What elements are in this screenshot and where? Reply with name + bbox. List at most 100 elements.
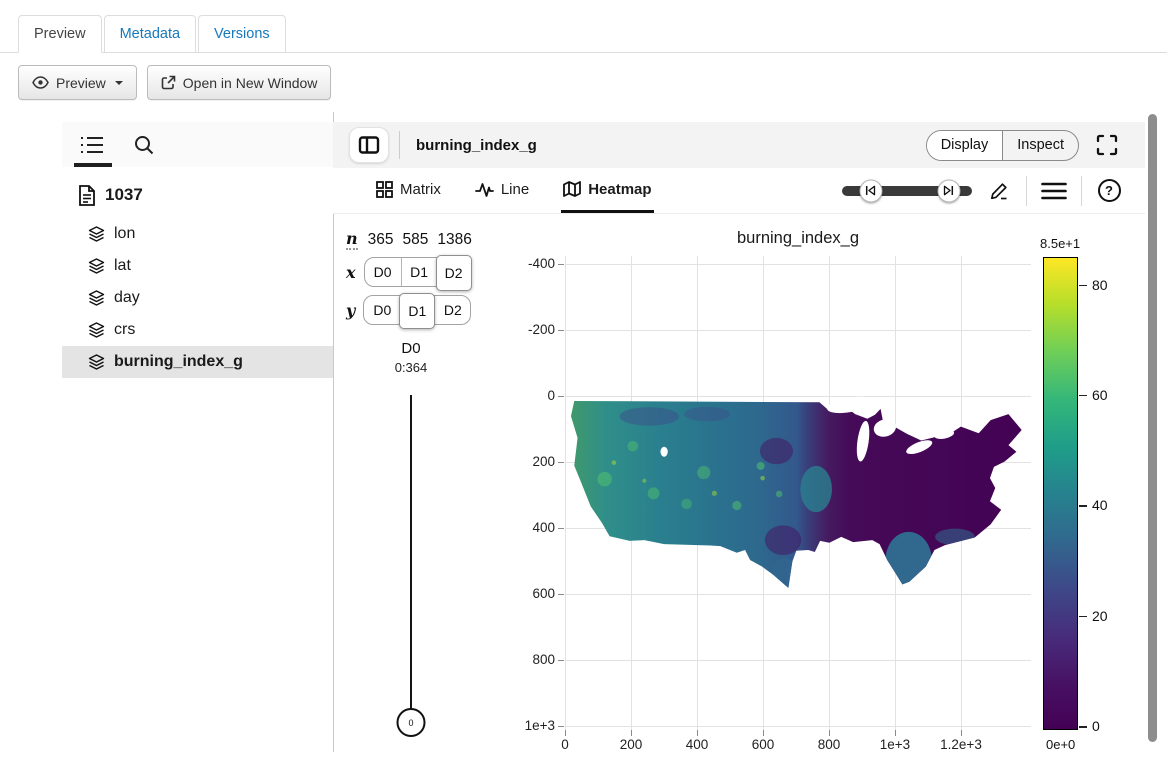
- help-icon: ?: [1098, 179, 1121, 202]
- skip-to-start-icon: [865, 185, 877, 197]
- colorbar-tick-label: 60: [1092, 387, 1108, 403]
- open-new-window-label: Open in New Window: [183, 75, 318, 91]
- tab-metadata[interactable]: Metadata: [104, 15, 196, 53]
- dim-size-d1: 585: [403, 231, 429, 249]
- colorbar-max-label: 8.5e+1: [1040, 236, 1080, 251]
- colorbar-tick-label: 80: [1092, 277, 1108, 293]
- heatmap-canvas[interactable]: [565, 395, 1023, 588]
- colorbar-tick-mark: [1079, 285, 1087, 287]
- tab-versions[interactable]: Versions: [198, 15, 286, 53]
- x-axis-mapper: x D0 D1 D2: [346, 257, 472, 287]
- colorbar-tick-label: 40: [1092, 497, 1108, 513]
- explorer-search-tab[interactable]: [130, 122, 158, 167]
- map-icon: [563, 181, 581, 197]
- n-dims-label: n: [346, 230, 358, 250]
- plot-title: burning_index_g: [565, 229, 1031, 248]
- x-tick-mark: [565, 730, 566, 736]
- x-axis-label: x: [346, 263, 356, 282]
- x-dim-option-d0[interactable]: D0: [365, 258, 401, 286]
- viewer-title-bar: burning_index_g Display Inspect: [333, 122, 1145, 168]
- colorbar-tick-mark: [1079, 616, 1087, 618]
- domain-min-handle[interactable]: [859, 179, 882, 202]
- tree-item-label: day: [114, 289, 140, 307]
- tree-item-lat[interactable]: lat: [62, 250, 333, 282]
- domain-max-handle[interactable]: [937, 179, 960, 202]
- edit-domain-button[interactable]: [985, 176, 1013, 206]
- x-dim-option-d2[interactable]: D2: [436, 255, 472, 291]
- y-tick-label: 0: [505, 388, 555, 403]
- y-tick-mark: [558, 462, 564, 463]
- colorbar-tick-mark: [1079, 395, 1087, 397]
- y-tick-mark: [558, 264, 564, 265]
- x-tick-mark: [829, 730, 830, 736]
- sidebar-toggle-button[interactable]: [349, 127, 389, 163]
- eye-icon: [32, 76, 49, 89]
- tree-item-label: crs: [114, 321, 135, 339]
- tree-item-burning-index-g[interactable]: burning_index_g: [62, 346, 333, 378]
- colorbar-tick-label: 0: [1092, 718, 1100, 734]
- line-plot-icon: [475, 182, 494, 197]
- vis-tab-line[interactable]: Line: [473, 168, 531, 213]
- layers-icon: [88, 258, 105, 274]
- layers-icon: [88, 290, 105, 306]
- viewer-title: burning_index_g: [416, 137, 537, 154]
- y-tick-label: 200: [505, 454, 555, 469]
- y-axis-mapper: y D0 D1 D2: [346, 295, 471, 325]
- y-dim-option-d1[interactable]: D1: [399, 293, 435, 329]
- y-tick-mark: [558, 528, 564, 529]
- x-dim-option-d1[interactable]: D1: [401, 258, 437, 286]
- explorer-tree: 1037 lon lat day crs: [62, 178, 333, 378]
- inspect-mode-button[interactable]: Inspect: [1003, 131, 1078, 160]
- tab-preview[interactable]: Preview: [18, 15, 102, 53]
- tree-item-lon[interactable]: lon: [62, 218, 333, 250]
- y-dim-option-d0[interactable]: D0: [364, 296, 400, 324]
- dimensions-row: n 365 585 1386: [346, 230, 472, 250]
- tree-root-item[interactable]: 1037: [62, 178, 333, 212]
- y-tick-mark: [558, 594, 564, 595]
- slicer-handle[interactable]: 0: [397, 708, 426, 737]
- panel-left-icon: [358, 135, 380, 155]
- slicer-track[interactable]: [410, 395, 412, 712]
- x-tick-label: 800: [799, 737, 859, 752]
- vis-toolbar: Matrix Line Heatmap: [333, 168, 1145, 214]
- y-tick-mark: [558, 726, 564, 727]
- y-tick-label: 400: [505, 520, 555, 535]
- colorbar: [1043, 257, 1078, 730]
- x-tick-mark: [961, 730, 962, 736]
- x-tick-label: 1.2e+3: [931, 737, 991, 752]
- dataset-preview-page: Preview Metadata Versions Preview Open i…: [0, 0, 1167, 762]
- settings-menu-button[interactable]: [1040, 176, 1068, 206]
- display-mode-label: Display: [941, 137, 989, 153]
- explorer-tree-tab[interactable]: [78, 122, 106, 167]
- x-tick-label: 200: [601, 737, 661, 752]
- vis-tab-heatmap[interactable]: Heatmap: [561, 168, 653, 213]
- colorbar-tick-label: 20: [1092, 608, 1108, 624]
- vis-tools: ?: [842, 168, 1145, 213]
- dim-size-d0: 365: [368, 231, 394, 249]
- file-icon: [78, 185, 96, 206]
- open-new-window-button[interactable]: Open in New Window: [147, 65, 332, 100]
- x-tick-label: 0: [535, 737, 595, 752]
- x-tick-label: 1e+3: [865, 737, 925, 752]
- us-heatmap-silhouette: [571, 401, 1022, 588]
- fullscreen-button[interactable]: [1093, 130, 1121, 160]
- display-mode-button[interactable]: Display: [927, 131, 1004, 160]
- y-tick-label: -400: [505, 256, 555, 271]
- preview-dropdown-button[interactable]: Preview: [18, 65, 137, 100]
- y-dim-option-d2[interactable]: D2: [434, 296, 470, 324]
- tree-item-crs[interactable]: crs: [62, 314, 333, 346]
- domain-range-slider[interactable]: [842, 186, 972, 196]
- vis-tab-matrix[interactable]: Matrix: [374, 168, 443, 213]
- pencil-icon: [989, 181, 1009, 201]
- help-button[interactable]: ?: [1095, 176, 1123, 206]
- tree-item-day[interactable]: day: [62, 282, 333, 314]
- colorbar-tick-mark: [1079, 726, 1087, 728]
- skip-to-end-icon: [943, 185, 955, 197]
- y-axis-label: y: [346, 301, 355, 320]
- dims-values: 365 585 1386: [368, 231, 472, 249]
- matrix-grid-icon: [376, 181, 393, 198]
- tree-list: lon lat day crs burning_index_g: [62, 218, 333, 378]
- colorbar-tick-mark: [1079, 505, 1087, 507]
- vertical-scrollbar-thumb[interactable]: [1148, 114, 1157, 742]
- dim-size-d2: 1386: [437, 231, 471, 249]
